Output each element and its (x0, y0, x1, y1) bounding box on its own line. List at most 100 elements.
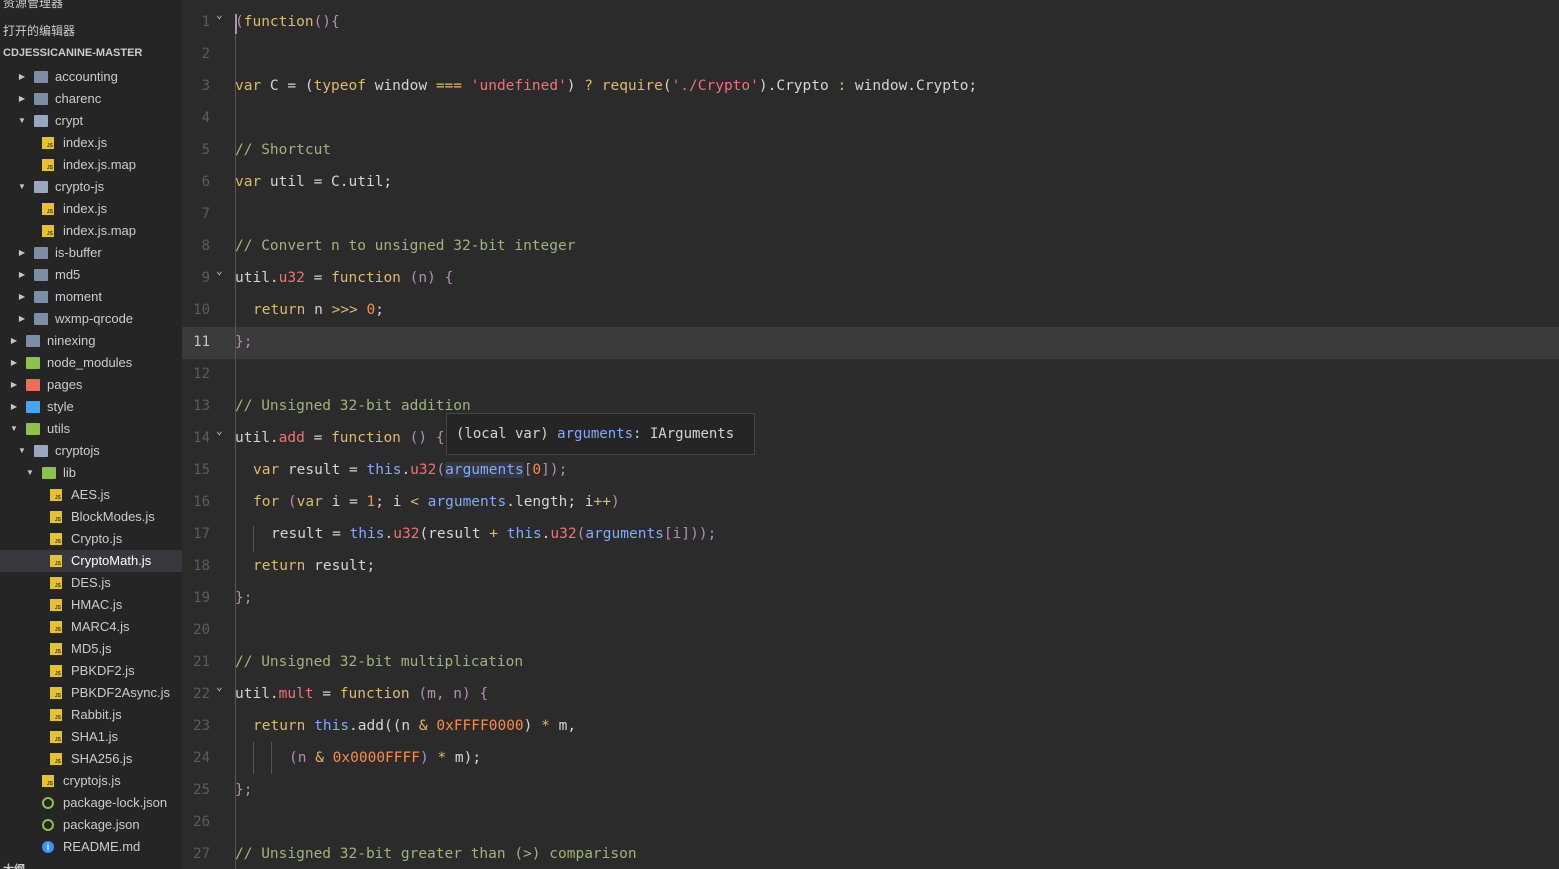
code-line-18: return result; (253, 558, 376, 574)
chevron-right-icon[interactable]: ▶ (17, 242, 27, 264)
tree-item-file-index-js-map[interactable]: index.js.map (0, 154, 182, 176)
line-number: 4 (201, 110, 210, 126)
js-file-icon (50, 621, 62, 633)
fold-chevron-icon[interactable]: ⌄ (216, 8, 223, 21)
tree-item-file-sha256-js[interactable]: SHA256.js (0, 748, 182, 770)
more-actions-icon[interactable]: ··· (148, 0, 160, 4)
tree-item-folder-crypt[interactable]: ▼ crypt (0, 110, 182, 132)
js-file-icon (50, 489, 62, 501)
js-file-icon (50, 599, 62, 611)
tree-item-folder-node-modules[interactable]: ▶ node_modules (0, 352, 182, 374)
tree-item-label: Crypto.js (71, 531, 123, 546)
tree-item-label: wxmp-qrcode (55, 311, 134, 326)
line-number: 5 (201, 142, 210, 158)
line-number: 23 (193, 718, 210, 734)
tree-item-folder-charenc[interactable]: ▶ charenc (0, 88, 182, 110)
tree-item-folder-utils[interactable]: ▼ utils (0, 418, 182, 440)
tree-item-label: MD5.js (71, 641, 112, 656)
js-file-icon (50, 555, 62, 567)
chevron-right-icon[interactable]: ▶ (17, 286, 27, 308)
chevron-right-icon[interactable]: ▶ (17, 264, 27, 286)
tree-item-file-index-js[interactable]: index.js (0, 198, 182, 220)
tree-item-file-crypto-js[interactable]: Crypto.js (0, 528, 182, 550)
open-editors-section[interactable]: 打开的编辑器 (0, 20, 182, 42)
code-line-6: var util = C.util; (235, 174, 393, 190)
fold-chevron-icon[interactable]: ⌄ (216, 424, 223, 437)
fold-chevron-icon[interactable]: ⌄ (216, 264, 223, 277)
line-number: 1 (201, 14, 210, 30)
tree-item-file-des-js[interactable]: DES.js (0, 572, 182, 594)
tree-item-file-marc4-js[interactable]: MARC4.js (0, 616, 182, 638)
tree-item-label: HMAC.js (71, 597, 123, 612)
tree-item-folder-md5[interactable]: ▶ md5 (0, 264, 182, 286)
folder-icon (34, 313, 48, 325)
tree-item-folder-lib[interactable]: ▼ lib (0, 462, 182, 484)
tree-item-file-md5-js[interactable]: MD5.js (0, 638, 182, 660)
tree-item-file-rabbit-js[interactable]: Rabbit.js (0, 704, 182, 726)
chevron-right-icon[interactable]: ▶ (17, 88, 27, 110)
chevron-right-icon[interactable]: ▶ (9, 330, 19, 352)
folder-icon (34, 71, 48, 83)
fold-chevron-icon[interactable]: ⌄ (216, 680, 223, 693)
code-line-16: for (var i = 1; i < arguments.length; i+… (253, 494, 620, 510)
tree-item-file-pbkdf2-js[interactable]: PBKDF2.js (0, 660, 182, 682)
chevron-right-icon[interactable]: ▶ (17, 308, 27, 330)
tree-item-file-index-js-map[interactable]: index.js.map (0, 220, 182, 242)
tree-item-file-pbkdf2async-js[interactable]: PBKDF2Async.js (0, 682, 182, 704)
tree-item-folder-accounting[interactable]: ▶ accounting (0, 66, 182, 88)
project-section[interactable]: CDJESSICANINE-MASTER (0, 42, 182, 64)
folder-open-icon (34, 115, 48, 127)
chevron-down-icon[interactable]: ▼ (17, 110, 27, 132)
line-number: 3 (201, 78, 210, 94)
line-number: 21 (193, 654, 210, 670)
chevron-right-icon[interactable]: ▶ (9, 374, 19, 396)
tree-item-folder-crypto-js[interactable]: ▼ crypto-js (0, 176, 182, 198)
tree-item-file-cryptomath-js[interactable]: CryptoMath.js (0, 550, 182, 572)
chevron-down-icon[interactable]: ▼ (9, 418, 19, 440)
js-file-icon (42, 225, 54, 237)
tree-item-label: moment (55, 289, 102, 304)
code-line-3: var C = (typeof window === 'undefined') … (235, 78, 978, 94)
chevron-down-icon[interactable]: ▼ (25, 462, 35, 484)
tree-item-folder-is-buffer[interactable]: ▶ is-buffer (0, 242, 182, 264)
code-line-24: (n & 0x0000FFFF) * m); (289, 750, 482, 766)
folder-icon (26, 335, 40, 347)
tree-item-folder-wxmp-qrcode[interactable]: ▶ wxmp-qrcode (0, 308, 182, 330)
tree-item-file-hmac-js[interactable]: HMAC.js (0, 594, 182, 616)
folder-icon (34, 93, 48, 105)
tree-item-file-aes-js[interactable]: AES.js (0, 484, 182, 506)
tree-item-folder-pages[interactable]: ▶ pages (0, 374, 182, 396)
tree-item-label: ninexing (47, 333, 96, 348)
tree-item-file-package-lock-json[interactable]: package-lock.json (0, 792, 182, 814)
tree-item-file-package-json[interactable]: package.json (0, 814, 182, 836)
tree-item-label: crypt (55, 113, 84, 128)
tree-item-file-sha1-js[interactable]: SHA1.js (0, 726, 182, 748)
code-line-21: // Unsigned 32-bit multiplication (235, 654, 524, 670)
tree-item-file-cryptojs-js[interactable]: cryptojs.js (0, 770, 182, 792)
chevron-down-icon[interactable]: ▼ (17, 176, 27, 198)
tree-item-folder-style[interactable]: ▶ style (0, 396, 182, 418)
tree-item-label: Rabbit.js (71, 707, 122, 722)
line-number: 10 (193, 302, 210, 318)
chevron-right-icon[interactable]: ▶ (17, 66, 27, 88)
tree-item-label: package-lock.json (63, 795, 168, 810)
tree-item-file-blockmodes-js[interactable]: BlockModes.js (0, 506, 182, 528)
tree-item-file-readme-md[interactable]: i README.md (0, 836, 182, 858)
code-editor[interactable]: 1 2 3 4 5 6 7 8 9 10 11 12 13 14 15 16 17 18 19 20 21 22 23 24 2… (182, 0, 1559, 869)
tree-item-label: PBKDF2.js (71, 663, 135, 678)
folder-icon (34, 269, 48, 281)
tree-item-folder-moment[interactable]: ▶ moment (0, 286, 182, 308)
chevron-right-icon[interactable]: ▶ (9, 352, 19, 374)
folder-icon (34, 291, 48, 303)
tree-item-label: index.js (63, 135, 108, 150)
chevron-right-icon[interactable]: ▶ (9, 396, 19, 418)
folder-open-icon (34, 445, 48, 457)
tree-item-folder-ninexing[interactable]: ▶ ninexing (0, 330, 182, 352)
line-number: 14 (193, 430, 210, 446)
tree-item-label: md5 (55, 267, 81, 282)
outline-section[interactable]: 大纲 (0, 859, 182, 869)
tree-item-file-index-js[interactable]: index.js (0, 132, 182, 154)
chevron-down-icon[interactable]: ▼ (17, 440, 27, 462)
line-number: 11 (193, 334, 210, 350)
tree-item-folder-cryptojs[interactable]: ▼ cryptojs (0, 440, 182, 462)
